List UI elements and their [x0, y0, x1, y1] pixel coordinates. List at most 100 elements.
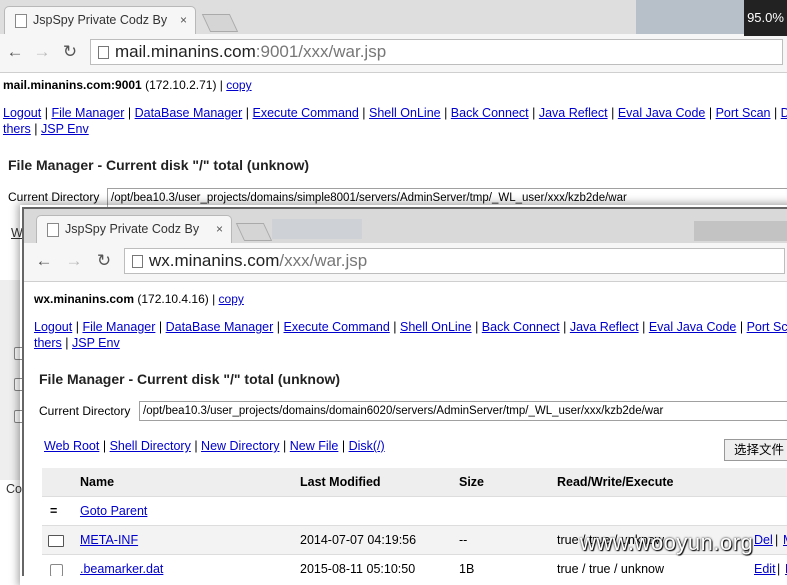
- front-sub-link-new-directory[interactable]: New Directory: [201, 439, 280, 453]
- link-separator: |: [389, 320, 401, 334]
- front-toolbar: ← → ↻ wx.minanins.com/xxx/war.jsp: [24, 243, 787, 282]
- front-tab[interactable]: JspSpy Private Codz By ×: [36, 215, 232, 243]
- action-separator: |: [775, 533, 779, 547]
- folder-icon: [48, 535, 64, 547]
- back-toolbar: ← → ↻ mail.minanins.com:9001/xxx/war.jsp: [0, 34, 787, 73]
- file-table-header: Name Last Modified Size Read/Write/Execu…: [42, 468, 787, 496]
- link-separator: |: [440, 106, 451, 120]
- back-dir-row: Current Directory: [8, 190, 99, 204]
- back-address-bar[interactable]: mail.minanins.com:9001/xxx/war.jsp: [90, 39, 783, 65]
- file-move-link[interactable]: M: [783, 533, 787, 547]
- forward-arrow-icon[interactable]: →: [32, 42, 52, 62]
- front-nav-link-java-reflect[interactable]: Java Reflect: [570, 320, 639, 334]
- back-nav-link-port-scan[interactable]: Port Scan: [716, 106, 771, 120]
- back-arrow-icon[interactable]: ←: [34, 251, 54, 271]
- front-address-bar[interactable]: wx.minanins.com/xxx/war.jsp: [124, 248, 785, 274]
- page-icon: [47, 223, 59, 237]
- col-size: Size: [459, 475, 485, 489]
- back-nav-link-shell-online[interactable]: Shell OnLine: [369, 106, 441, 120]
- back-url[interactable]: mail.minanins.com:9001/xxx/war.jsp: [115, 40, 386, 64]
- link-separator: |: [72, 320, 83, 334]
- file-del-link[interactable]: Del: [754, 533, 773, 547]
- link-separator: |: [190, 439, 202, 453]
- front-page-title: File Manager - Current disk "/" total (u…: [39, 371, 341, 387]
- front-nav-link-database-manager[interactable]: DataBase Manager: [166, 320, 274, 334]
- new-tab-button[interactable]: [235, 223, 273, 241]
- back-host-ip: (172.10.2.71) |: [141, 78, 227, 92]
- front-tab-title: JspSpy Private Codz By: [65, 222, 200, 236]
- front-nav-link-port-scan[interactable]: Port Scan: [747, 320, 787, 334]
- back-arrow-icon[interactable]: ←: [5, 42, 25, 62]
- row-checkbox[interactable]: [50, 564, 63, 576]
- front-nav-link-shell-online[interactable]: Shell OnLine: [400, 320, 472, 334]
- back-tab-title: JspSpy Private Codz By: [33, 13, 168, 27]
- front-browser-window: JspSpy Private Codz By × ← → ↻ wx.minani…: [22, 207, 787, 576]
- table-row-parent: = Goto Parent: [42, 496, 787, 526]
- front-sub-link-web-root[interactable]: Web Root: [44, 439, 99, 453]
- front-copy-link[interactable]: copy: [219, 292, 244, 306]
- back-page-title: File Manager - Current disk "/" total (u…: [8, 157, 310, 173]
- close-tab-icon[interactable]: ×: [216, 216, 223, 242]
- front-url[interactable]: wx.minanins.com/xxx/war.jsp: [149, 249, 367, 273]
- link-separator: |: [242, 106, 253, 120]
- link-separator: |: [99, 439, 110, 453]
- front-nav-link-jsp-env[interactable]: JSP Env: [72, 336, 120, 350]
- page-icon: [15, 14, 27, 28]
- blurred-region: [694, 221, 787, 241]
- front-url-path: /xxx/war.jsp: [279, 251, 368, 270]
- close-tab-icon[interactable]: ×: [180, 7, 187, 33]
- back-nav-link-eval-java-code[interactable]: Eval Java Code: [618, 106, 706, 120]
- link-separator: |: [279, 439, 290, 453]
- front-sub-link-disk[interactable]: Disk(/): [349, 439, 385, 453]
- col-last-modified: Last Modified: [300, 475, 381, 489]
- back-nav-link-thers[interactable]: thers: [3, 122, 31, 136]
- front-nav-link-file-manager[interactable]: File Manager: [82, 320, 155, 334]
- page-icon: [98, 46, 109, 59]
- blurred-region: [636, 0, 744, 34]
- front-sub-links: Web Root | Shell Directory | New Directo…: [44, 439, 385, 453]
- front-nav-link-eval-java-code[interactable]: Eval Java Code: [649, 320, 737, 334]
- back-nav-link-back-connect[interactable]: Back Connect: [451, 106, 529, 120]
- back-nav-link-logout[interactable]: Logout: [3, 106, 41, 120]
- reload-icon[interactable]: ↻: [60, 42, 80, 62]
- link-separator: |: [736, 320, 747, 334]
- front-nav-link-back-connect[interactable]: Back Connect: [482, 320, 560, 334]
- front-sub-link-shell-directory[interactable]: Shell Directory: [110, 439, 191, 453]
- table-row: .beamarker.dat 2015-08-11 05:10:50 1B tr…: [42, 554, 787, 576]
- front-sub-link-new-file[interactable]: New File: [290, 439, 339, 453]
- back-nav-link-down[interactable]: Down: [781, 106, 787, 120]
- back-hostname: mail.minanins.com:9001: [3, 78, 142, 92]
- front-nav-link-execute-command[interactable]: Execute Command: [284, 320, 390, 334]
- link-separator: |: [338, 439, 349, 453]
- new-tab-button[interactable]: [201, 14, 239, 32]
- back-nav-links: Logout | File Manager | DataBase Manager…: [3, 105, 787, 121]
- front-dir-row: Current Directory: [39, 404, 130, 418]
- back-copy-link[interactable]: copy: [226, 78, 251, 92]
- reload-icon[interactable]: ↻: [94, 251, 114, 271]
- col-name: Name: [80, 475, 115, 489]
- zoom-indicator: 95.0%: [744, 0, 787, 36]
- link-separator: |: [273, 320, 284, 334]
- back-nav-link-jsp-env[interactable]: JSP Env: [41, 122, 89, 136]
- blurred-region: [272, 219, 362, 239]
- back-url-host: mail.minanins.com: [115, 42, 256, 61]
- parent-marker: =: [50, 504, 58, 518]
- link-separator: |: [358, 106, 370, 120]
- choose-file-button[interactable]: 选择文件: [724, 439, 787, 461]
- goto-parent-link[interactable]: Goto Parent: [80, 504, 147, 518]
- back-nav-link-database-manager[interactable]: DataBase Manager: [135, 106, 243, 120]
- front-dir-input[interactable]: /opt/bea10.3/user_projects/domains/domai…: [139, 401, 787, 421]
- watermark-text: www.wooyun.org: [580, 530, 754, 555]
- forward-arrow-icon[interactable]: →: [64, 251, 84, 271]
- back-host-line: mail.minanins.com:9001 (172.10.2.71) | c…: [3, 78, 252, 92]
- back-tab[interactable]: JspSpy Private Codz By ×: [4, 6, 196, 34]
- page-icon: [132, 255, 143, 268]
- col-rwx: Read/Write/Execute: [557, 475, 674, 489]
- front-host-ip: (172.10.4.16) |: [134, 292, 219, 306]
- back-nav-link-execute-command[interactable]: Execute Command: [253, 106, 359, 120]
- front-nav-link-thers[interactable]: thers: [34, 336, 62, 350]
- front-nav-link-logout[interactable]: Logout: [34, 320, 72, 334]
- back-nav-link-file-manager[interactable]: File Manager: [51, 106, 124, 120]
- file-name-link[interactable]: META-INF: [80, 533, 138, 547]
- back-nav-link-java-reflect[interactable]: Java Reflect: [539, 106, 608, 120]
